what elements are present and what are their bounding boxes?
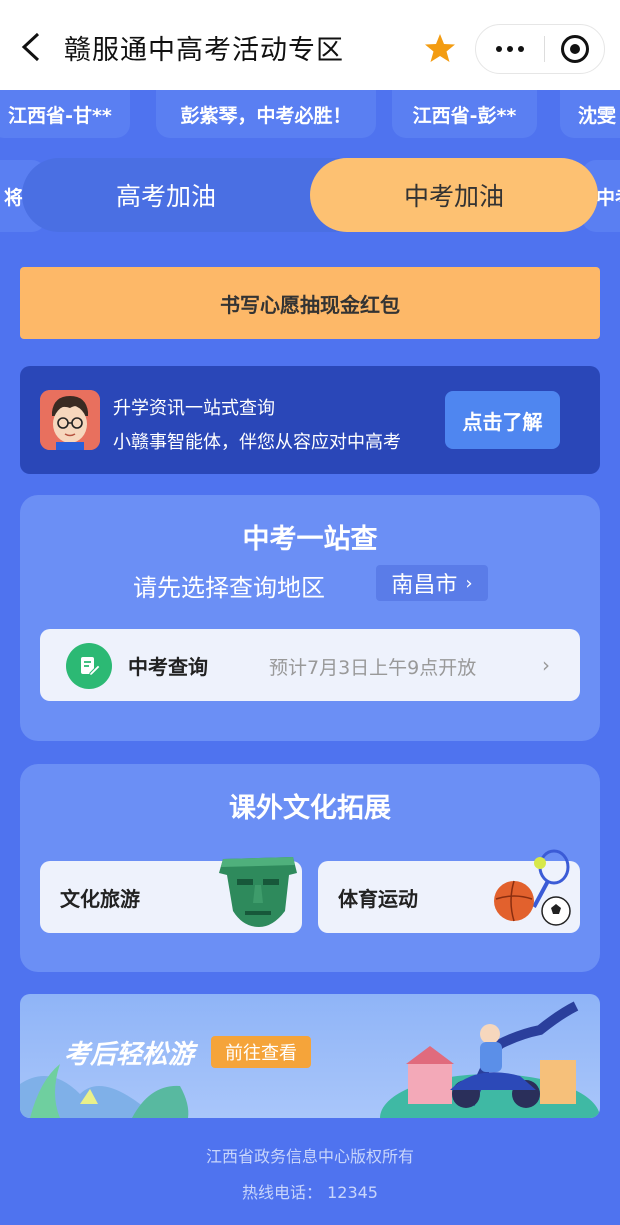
ai-assistant-banner: 升学资讯一站式查询 小赣事智能体，伴您从容应对中高考 点击了解 <box>20 366 600 474</box>
culture-extension-card: 课外文化拓展 文化旅游 体育运动 <box>20 764 600 972</box>
zhongkao-query-card: 中考一站查 请先选择查询地区 南昌市 › 中考查询 预计7月3日上午9点开放 › <box>20 495 600 741</box>
post-exam-travel-banner[interactable]: 考后轻松游 前往查看 <box>20 994 600 1118</box>
write-wish-button[interactable]: 书写心愿抽现金红包 <box>20 267 600 339</box>
marquee-item: 彭紫琴，中考必胜！ <box>156 90 376 138</box>
document-edit-icon <box>66 643 112 689</box>
copyright-text: 江西省政务信息中心版权所有 <box>205 1147 414 1166</box>
card-title: 中考一站查 <box>242 524 378 555</box>
blessing-marquee-row1: 江西省-甘** 彭紫琴，中考必胜！ 江西省-彭** 沈雯 <box>0 90 620 142</box>
learn-more-button[interactable]: 点击了解 <box>445 391 560 449</box>
region-selector[interactable]: 南昌市 › <box>376 565 488 601</box>
bronze-mask-icon <box>219 857 297 927</box>
assistant-avatar <box>40 390 100 450</box>
view-travel-button[interactable]: 前往查看 <box>211 1036 311 1068</box>
region-value: 南昌市 <box>391 573 458 598</box>
tab-gaokao[interactable]: 高考加油 <box>22 158 310 232</box>
chevron-right-icon: › <box>542 653 550 677</box>
item-label: 文化旅游 <box>60 887 140 911</box>
hotline-text: 热线电话： 12345 <box>242 1183 378 1202</box>
marquee-item: 沈雯 <box>560 90 620 138</box>
banner-subline: 小赣事智能体，伴您从容应对中高考 <box>113 432 401 453</box>
mini-program-capsule <box>475 24 605 74</box>
zhongkao-query-item[interactable]: 中考查询 预计7月3日上午9点开放 › <box>40 629 580 701</box>
close-ring-icon <box>560 35 589 63</box>
region-prompt: 请先选择查询地区 <box>133 574 325 602</box>
culture-tourism-item[interactable]: 文化旅游 <box>40 857 302 933</box>
back-icon[interactable] <box>18 30 46 64</box>
marquee-item: 江西省-彭** <box>392 90 537 138</box>
tab-zhongkao[interactable]: 中考加油 <box>310 158 598 232</box>
item-label: 体育运动 <box>338 887 418 911</box>
chevron-right-icon: › <box>465 572 473 594</box>
travel-title: 考后轻松游 <box>64 1040 195 1070</box>
query-open-time: 预计7月3日上午9点开放 <box>269 657 477 679</box>
exam-tabs: 高考加油 中考加油 <box>22 158 598 232</box>
page-title: 赣服通中高考活动专区 <box>64 35 344 66</box>
close-program-button[interactable] <box>545 35 604 63</box>
sports-balls-icon <box>494 849 571 926</box>
more-icon[interactable] <box>476 25 544 73</box>
sports-item[interactable]: 体育运动 <box>318 849 580 933</box>
top-nav-bar: 赣服通中高考活动专区 <box>0 0 620 90</box>
favorite-star-icon[interactable] <box>424 32 456 64</box>
banner-headline: 升学资讯一站式查询 <box>113 398 275 419</box>
marquee-item: 江西省-甘** <box>0 90 130 138</box>
card-title: 课外文化拓展 <box>229 793 391 824</box>
query-item-label: 中考查询 <box>128 655 208 679</box>
